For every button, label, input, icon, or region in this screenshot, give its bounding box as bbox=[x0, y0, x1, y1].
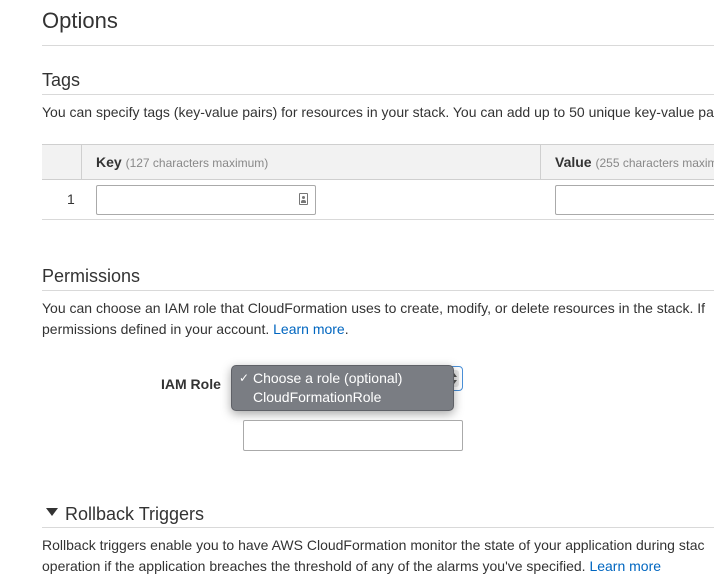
collapse-triangle-icon[interactable] bbox=[46, 508, 58, 516]
dropdown-option-cloudformationrole[interactable]: CloudFormationRole bbox=[253, 389, 381, 405]
iam-role-dropdown-menu[interactable]: ✓ Choose a role (optional) CloudFormatio… bbox=[231, 365, 454, 411]
rollback-description-line1: Rollback triggers enable you to have AWS… bbox=[42, 537, 705, 553]
tag-key-input[interactable] bbox=[96, 185, 316, 215]
column-separator bbox=[540, 145, 541, 179]
divider bbox=[42, 94, 714, 95]
iam-role-label: IAM Role bbox=[161, 376, 221, 392]
value-header-label: Value bbox=[555, 154, 592, 170]
permissions-description-line2: permissions defined in your account. Lea… bbox=[42, 321, 349, 337]
permissions-section-title: Permissions bbox=[42, 266, 141, 286]
column-separator bbox=[81, 145, 82, 179]
page-title: Options bbox=[42, 8, 118, 33]
rollback-description-text: operation if the application breaches th… bbox=[42, 558, 586, 574]
dropdown-option-choose-role[interactable]: Choose a role (optional) bbox=[253, 370, 402, 386]
divider bbox=[42, 527, 714, 528]
permissions-description-text: permissions defined in your account. bbox=[42, 321, 270, 337]
rollback-learn-more-link[interactable]: Learn more bbox=[589, 558, 661, 574]
tag-value-input[interactable] bbox=[555, 185, 714, 215]
value-column-header: Value (255 characters maxim bbox=[555, 154, 714, 170]
key-column-header: Key (127 characters maximum) bbox=[96, 154, 268, 170]
rollback-description-line2: operation if the application breaches th… bbox=[42, 558, 661, 574]
value-header-hint: (255 characters maxim bbox=[595, 156, 714, 170]
key-header-label: Key bbox=[96, 154, 122, 170]
tags-description: You can specify tags (key-value pairs) f… bbox=[42, 104, 714, 120]
table-row-divider bbox=[42, 219, 714, 220]
checkmark-icon: ✓ bbox=[239, 371, 250, 385]
permissions-learn-more-link[interactable]: Learn more bbox=[273, 321, 345, 337]
divider bbox=[42, 45, 714, 46]
role-arn-input[interactable] bbox=[243, 420, 463, 451]
rollback-section-title[interactable]: Rollback Triggers bbox=[65, 504, 204, 525]
tags-section-title: Tags bbox=[42, 70, 81, 90]
divider bbox=[42, 290, 714, 291]
period: . bbox=[344, 321, 349, 337]
contact-card-icon[interactable] bbox=[299, 193, 308, 205]
key-header-hint: (127 characters maximum) bbox=[125, 156, 269, 170]
tag-row-number: 1 bbox=[67, 191, 75, 207]
tags-table-header: Key (127 characters maximum) Value (255 … bbox=[42, 144, 714, 180]
permissions-description-line1: You can choose an IAM role that CloudFor… bbox=[42, 300, 706, 316]
